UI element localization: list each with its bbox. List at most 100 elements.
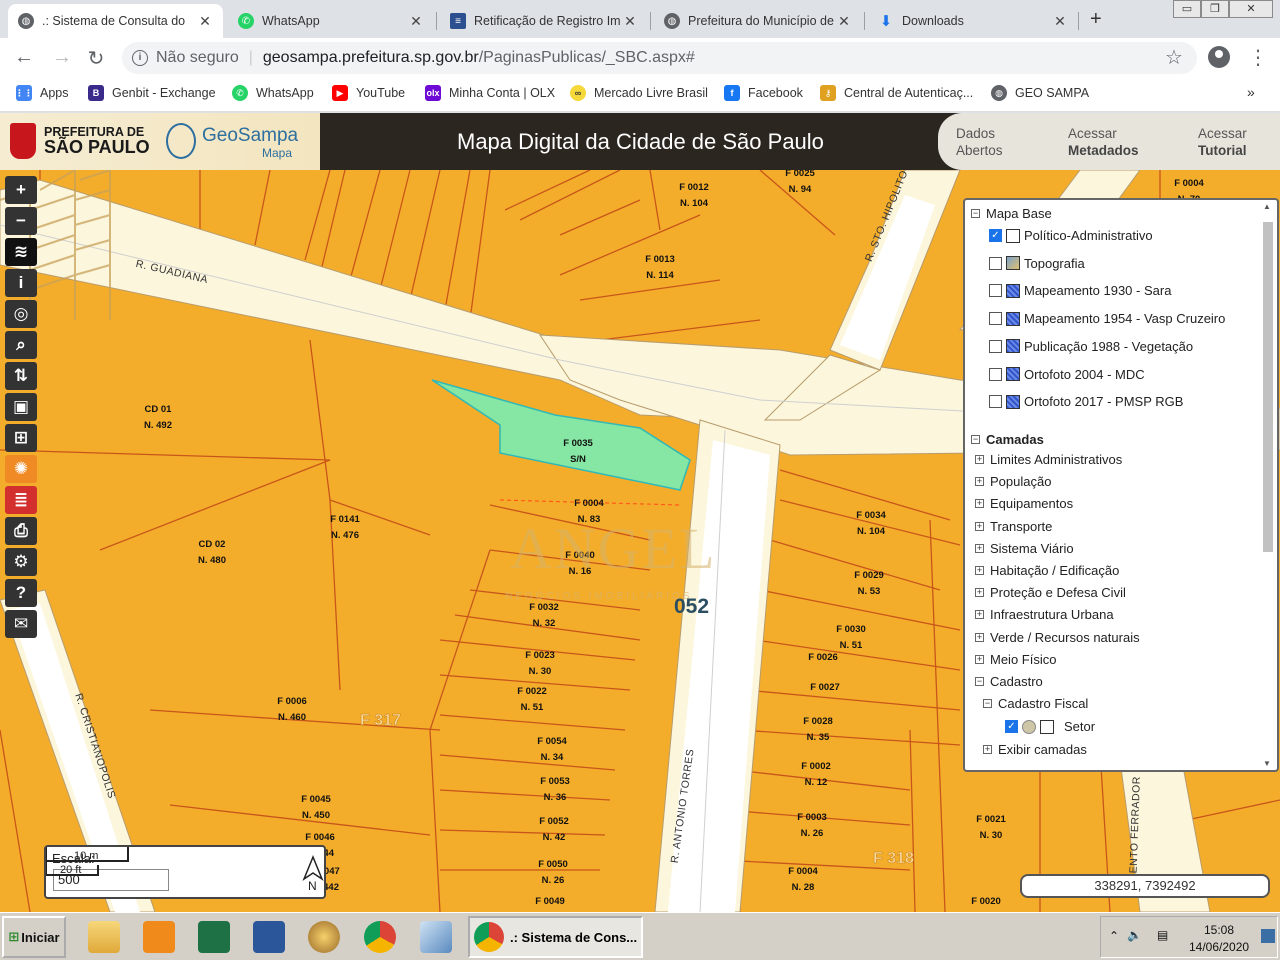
scanner-icon[interactable] bbox=[420, 921, 452, 953]
chrome-icon[interactable] bbox=[364, 921, 396, 953]
tab-downloads[interactable]: ⬇ Downloads ✕ bbox=[868, 4, 1078, 38]
close-icon[interactable]: ✕ bbox=[622, 13, 638, 30]
reload-icon[interactable]: ↻ bbox=[84, 46, 108, 71]
sun-icon[interactable]: ✺ bbox=[5, 455, 37, 483]
layer-checkbox[interactable] bbox=[989, 395, 1002, 409]
bookmark-whatsapp[interactable]: ✆ WhatsApp bbox=[232, 85, 314, 101]
new-tab-button[interactable]: + bbox=[1090, 8, 1102, 31]
bookmark-youtube[interactable]: ▶ YouTube bbox=[332, 85, 405, 101]
layer-group-item[interactable]: + Proteção e Defesa Civil bbox=[975, 585, 1126, 600]
layers-icon[interactable]: ≋ bbox=[5, 238, 37, 266]
grid-icon[interactable]: ⊞ bbox=[5, 424, 37, 452]
back-icon[interactable]: ← bbox=[12, 46, 36, 69]
forward-icon[interactable]: → bbox=[50, 46, 74, 69]
layer-checkbox[interactable]: ✓ bbox=[989, 229, 1002, 242]
mail-icon[interactable]: ✉ bbox=[5, 610, 37, 638]
camadas-header[interactable]: − Camadas bbox=[971, 432, 1044, 447]
bookmark-central-autenticacao[interactable]: ⚷ Central de Autenticaç... bbox=[820, 85, 973, 101]
start-button[interactable]: ⊞ Iniciar bbox=[2, 916, 66, 958]
base-layer-item[interactable]: Mapeamento 1954 - Vasp Cruzeiro bbox=[989, 311, 1225, 326]
exibir-camadas[interactable]: + Exibir camadas bbox=[983, 742, 1087, 757]
expand-icon[interactable]: + bbox=[975, 477, 984, 487]
expand-icon[interactable]: + bbox=[975, 521, 984, 531]
paint-icon[interactable] bbox=[308, 921, 340, 953]
dados-abertos-link[interactable]: Dados Abertos bbox=[956, 125, 1003, 159]
base-layer-item[interactable]: Mapeamento 1930 - Sara bbox=[989, 283, 1171, 298]
expand-icon[interactable]: + bbox=[975, 610, 984, 620]
close-icon[interactable]: ✕ bbox=[408, 13, 424, 30]
minimize-button[interactable]: ▭ bbox=[1173, 0, 1201, 18]
excel-icon[interactable] bbox=[198, 921, 230, 953]
layer-group-item[interactable]: + Infraestrutura Urbana bbox=[975, 607, 1114, 622]
map-canvas[interactable]: R. GUADIANA R. STO. HIPOLITO R. CRISTIAN… bbox=[0, 170, 1280, 912]
outlook-icon[interactable] bbox=[143, 921, 175, 953]
bookmark-geosampa[interactable]: ◍ GEO SAMPA bbox=[991, 85, 1089, 101]
ruler-icon[interactable]: ◎ bbox=[5, 300, 37, 328]
layer-group-item[interactable]: + Limites Administrativos bbox=[975, 452, 1122, 467]
tab-sistema-consulta[interactable]: ◍ .: Sistema de Consulta do ✕ bbox=[8, 4, 223, 38]
cadastro-fiscal-group[interactable]: − Cadastro Fiscal bbox=[983, 696, 1088, 711]
word-icon[interactable] bbox=[253, 921, 285, 953]
expand-icon[interactable]: + bbox=[975, 455, 984, 464]
close-icon[interactable]: ✕ bbox=[836, 13, 852, 30]
close-icon[interactable]: ✕ bbox=[197, 13, 213, 30]
save-icon[interactable]: ▣ bbox=[5, 393, 37, 421]
route-icon[interactable]: ⇅ bbox=[5, 362, 37, 390]
url-field[interactable]: i Não seguro | geosampa.prefeitura.sp.go… bbox=[122, 42, 1197, 74]
setor-checkbox[interactable]: ✓ bbox=[1005, 720, 1018, 733]
layer-group-item[interactable]: + Equipamentos bbox=[975, 496, 1073, 511]
info-icon[interactable]: i bbox=[5, 269, 37, 297]
show-desktop-icon[interactable] bbox=[1261, 929, 1275, 943]
base-layer-item[interactable]: Ortofoto 2017 - PMSP RGB bbox=[989, 394, 1183, 409]
layer-checkbox[interactable] bbox=[989, 367, 1002, 381]
info-icon[interactable]: i bbox=[132, 50, 148, 66]
volume-icon[interactable]: 🔈 bbox=[1127, 928, 1142, 942]
task-chrome-window[interactable]: .: Sistema de Cons... bbox=[468, 916, 643, 958]
expand-icon[interactable]: + bbox=[975, 654, 984, 664]
layer-checkbox[interactable] bbox=[989, 339, 1002, 353]
bookmark-facebook[interactable]: f Facebook bbox=[724, 85, 803, 101]
expand-icon[interactable]: + bbox=[975, 543, 984, 553]
layer-group-item[interactable]: + População bbox=[975, 474, 1051, 489]
help-icon[interactable]: ? bbox=[5, 579, 37, 607]
tutorial-link[interactable]: Acessar Tutorial bbox=[1198, 125, 1247, 159]
heatmap-icon[interactable]: ≣ bbox=[5, 486, 37, 514]
layer-group-item[interactable]: + Verde / Recursos naturais bbox=[975, 630, 1140, 645]
bookmark-star-icon[interactable]: ☆ bbox=[1165, 45, 1183, 70]
layer-group-item[interactable]: + Sistema Viário bbox=[975, 541, 1074, 556]
layer-setor[interactable]: ✓ Setor bbox=[1005, 719, 1095, 734]
cadastro-group[interactable]: − Cadastro bbox=[975, 674, 1043, 689]
layer-checkbox[interactable] bbox=[989, 312, 1002, 326]
explorer-icon[interactable] bbox=[88, 921, 120, 953]
expand-icon[interactable]: + bbox=[975, 566, 984, 575]
network-icon[interactable]: ▤ bbox=[1157, 928, 1168, 942]
close-window-button[interactable]: ✕ bbox=[1229, 0, 1273, 18]
layer-group-item[interactable]: + Habitação / Edificação bbox=[975, 563, 1119, 578]
base-layer-item[interactable]: ✓ Político-Administrativo bbox=[989, 228, 1153, 243]
zoom-out-icon[interactable]: − bbox=[5, 207, 37, 235]
expand-icon[interactable]: + bbox=[975, 499, 984, 509]
settings-icon[interactable]: ⚙ bbox=[5, 548, 37, 576]
base-layer-item[interactable]: Publicação 1988 - Vegetação bbox=[989, 339, 1193, 354]
tab-prefeitura[interactable]: ◍ Prefeitura do Município de ✕ bbox=[654, 4, 862, 38]
menu-kebab-icon[interactable]: ⋮ bbox=[1248, 45, 1268, 70]
base-layer-item[interactable]: Topografia bbox=[989, 256, 1085, 271]
profile-icon[interactable] bbox=[1208, 46, 1230, 68]
bookmark-olx[interactable]: olx Minha Conta | OLX bbox=[425, 85, 555, 101]
metadados-link[interactable]: Acessar Metadados bbox=[1068, 125, 1139, 159]
layer-checkbox[interactable] bbox=[989, 256, 1002, 270]
layer-checkbox[interactable] bbox=[989, 284, 1002, 298]
mapa-base-header[interactable]: − Mapa Base bbox=[971, 206, 1052, 221]
tab-retificacao[interactable]: ≡ Retificação de Registro Im ✕ bbox=[440, 4, 648, 38]
expand-icon[interactable]: + bbox=[975, 588, 984, 598]
bookmarks-overflow-icon[interactable]: » bbox=[1247, 84, 1255, 100]
base-layer-item[interactable]: Ortofoto 2004 - MDC bbox=[989, 367, 1145, 382]
bookmark-genbit[interactable]: B Genbit - Exchange bbox=[88, 85, 216, 101]
layer-group-item[interactable]: + Transporte bbox=[975, 519, 1052, 534]
bookmark-apps[interactable]: ⋮⋮ Apps bbox=[15, 85, 69, 101]
tray-expand-icon[interactable]: ⌃ bbox=[1109, 929, 1119, 943]
bookmark-mercadolivre[interactable]: ∞ Mercado Livre Brasil bbox=[570, 85, 708, 101]
close-icon[interactable]: ✕ bbox=[1052, 13, 1068, 30]
zoom-in-icon[interactable]: + bbox=[5, 176, 37, 204]
maximize-button[interactable]: ❐ bbox=[1201, 0, 1229, 18]
